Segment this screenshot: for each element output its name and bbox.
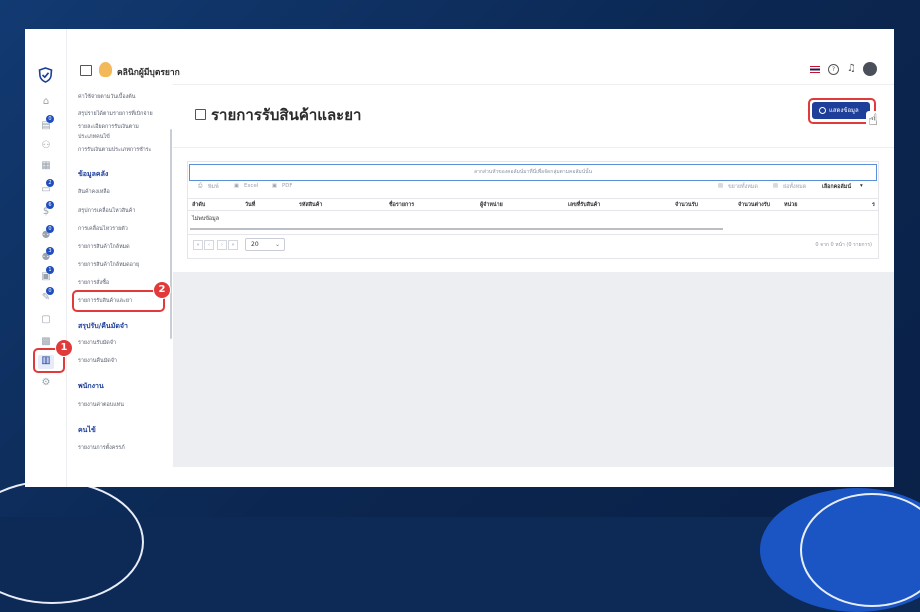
pager-first-button[interactable]: « [193,240,203,250]
menu-item[interactable]: สินค้าคงเหลือ [78,188,110,196]
top-bar: คลินิกผู้มีบุตรยาก ? ♫ [66,29,894,84]
menu-item[interactable]: รายงานรับมัดจำ [78,339,116,347]
column-header[interactable]: วันที่ [245,201,255,209]
column-header[interactable]: ลำดับ [192,201,205,209]
home-icon[interactable]: ⌂ [40,96,52,107]
menu-item[interactable]: การเคลื่อนไหวรายตัว [78,225,128,233]
chevron-down-icon[interactable]: ▾ [860,183,863,189]
collapse-all-button[interactable]: ย่อทั้งหมด [783,183,806,191]
hand-cursor-icon: ☝ [866,111,880,129]
pager-prev-button[interactable]: ‹ [204,240,214,250]
content-header: รายการรับสินค้าและยา แสดงข้อมูล [173,84,894,148]
pager-summary: 0 จาก 0 หน้า (0 รายการ) [815,242,872,248]
notification-badge: 0 [46,115,54,123]
avatar[interactable] [863,62,877,76]
collapse-all-icon[interactable]: ▤ [773,183,778,189]
column-header[interactable]: เลขที่รับสินค้า [568,201,600,209]
print-button[interactable]: พิมพ์ [208,183,219,191]
section-patient: คนไข้ [78,426,96,434]
menu-item[interactable]: สรุปการเคลื่อนไหวสินค้า [78,207,135,215]
step-marker-1: 1 [55,339,73,357]
grid-header: ลำดับ วันที่ รหัสสินค้า ชื่อรายการ ผู้จำ… [188,198,878,211]
calendar-icon[interactable]: ▦ [40,160,52,171]
menu-scrollbar[interactable] [170,129,172,339]
thai-flag-icon[interactable] [810,66,820,73]
menu-item[interactable]: รายงานค่าตอบแทน [78,401,124,409]
menu-item[interactable]: รายการสั่งซื้อ [78,279,109,287]
section-deposit: สรุปรับ/คืนมัดจำ [78,322,128,330]
choose-columns-button[interactable]: เลือกคอลัมน์ [822,183,851,191]
pager-last-button[interactable]: » [228,240,238,250]
settings-gear-icon[interactable]: ⚙ [40,377,52,388]
print-icon[interactable]: ⎙ [198,183,202,190]
column-header[interactable]: ผู้จำหน่าย [480,201,503,209]
highlight-goods-receipt-menu [72,290,165,312]
pdf-button[interactable]: PDF [282,183,293,189]
notification-badge: 6 [46,201,54,209]
column-header[interactable]: ชื่อรายการ [389,201,414,209]
column-header[interactable]: ร [872,201,875,209]
column-header[interactable]: จำนวนต่างรับ [738,201,770,209]
grid-toolbar: ⎙ พิมพ์ ▣ Excel ▣ PDF ▤ ขยายทั้งหมด ▤ ย่… [188,183,878,195]
expand-all-icon[interactable]: ▤ [718,183,723,189]
column-header[interactable]: หน่วย [784,201,797,209]
section-staff: พนักงาน [78,382,104,390]
page-icon [195,109,206,120]
report-menu: ค่าใช้จ่ายตามวันเบื้องต้น สรุปรายได้ตามร… [66,29,173,487]
menu-item[interactable]: รายงานการตั้งครรภ์ [78,444,125,452]
menu-item[interactable]: รายละเอียดการรับเงินตาม [78,123,139,131]
grid-icon[interactable]: ▩ [40,336,52,347]
empty-content-area [173,272,894,467]
user-icon[interactable]: ⚇ [40,140,52,151]
pager-next-button[interactable]: › [217,240,227,250]
excel-button[interactable]: Excel [244,183,258,189]
group-hint: ลากส่วนหัวของคอลัมน์มาที่นี่เพื่อจัดกลุ่… [474,169,592,175]
menu-item[interactable]: รายการสินค้าใกล้หมด [78,243,130,251]
group-panel[interactable]: ลากส่วนหัวของคอลัมน์มาที่นี่เพื่อจัดกลุ่… [189,164,877,181]
pager: « ‹ › » 20 ⌄ 0 จาก 0 หน้า (0 รายการ) [188,234,878,259]
menu-item[interactable]: รายการสินค้าใกล้หมดอายุ [78,261,139,269]
chevron-down-icon: ⌄ [274,241,280,248]
icon-sidebar: ⌂ ▤ 0 ⚇ ▦ ▭ 2 $ 6 ⚉ 0 ⚉ 3 ▣ 1 ✎ 0 ▢ ▩ ▥ … [25,29,67,487]
menu-item[interactable]: รายงานคืนมัดจำ [78,357,117,365]
section-inventory: ข้อมูลคลัง [78,170,109,178]
bell-icon[interactable]: ♫ [847,63,856,74]
horizontal-scrollbar[interactable] [190,228,723,230]
app-window: ⌂ ▤ 0 ⚇ ▦ ▭ 2 $ 6 ⚉ 0 ⚉ 3 ▣ 1 ✎ 0 ▢ ▩ ▥ … [25,29,894,487]
notification-badge: 0 [46,225,54,233]
menu-item[interactable]: ค่าใช้จ่ายตามวันเบื้องต้น [78,93,135,101]
excel-icon[interactable]: ▣ [234,183,239,189]
notification-badge: 0 [46,287,54,295]
box-icon[interactable]: ▢ [40,314,52,325]
page-title: รายการรับสินค้าและยา [211,106,362,124]
notification-badge: 3 [46,247,54,255]
menu-item[interactable]: การรับเงินตามประเภทการชำระ [78,146,152,154]
step-marker-2: 2 [153,281,171,299]
column-header[interactable]: รหัสสินค้า [299,201,322,209]
shield-logo-icon[interactable] [38,67,53,83]
menu-item[interactable]: สรุปรายได้ตามรายการที่เบิกจ่าย [78,110,153,118]
notification-badge: 1 [46,266,54,274]
empty-row: ไม่พบข้อมูล [192,216,220,222]
column-header[interactable]: จำนวนรับ [675,201,698,209]
page-size-value: 20 [251,241,259,248]
menu-item[interactable]: ประเภทคนไข้ [78,133,110,141]
expand-all-button[interactable]: ขยายทั้งหมด [728,183,758,191]
pdf-icon[interactable]: ▣ [272,183,277,189]
page-size-select[interactable]: 20 ⌄ [245,238,285,251]
data-grid: ลากส่วนหัวของคอลัมน์มาที่นี่เพื่อจัดกลุ่… [187,161,879,259]
help-icon[interactable]: ? [828,64,839,75]
notification-badge: 2 [46,179,54,187]
